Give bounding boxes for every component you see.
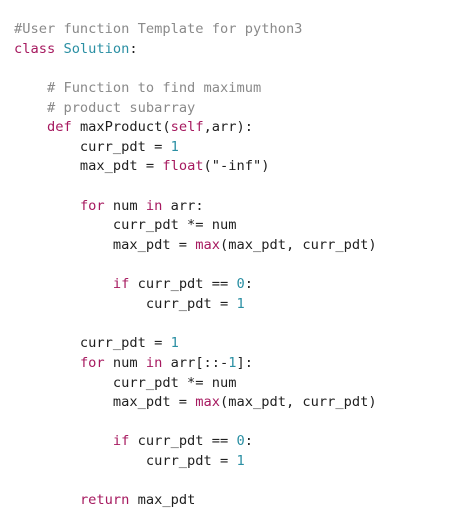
code-token-plain: max_pdt = bbox=[14, 237, 196, 254]
code-token-number: 0 bbox=[236, 433, 245, 450]
code-token-keyword: if bbox=[112, 276, 130, 293]
code-token-plain: (max_pdt, curr_pdt) bbox=[220, 394, 377, 411]
code-token-plain: max_pdt bbox=[129, 492, 196, 509]
code-token-plain: ( bbox=[203, 158, 212, 175]
code-line-empty[interactable] bbox=[14, 413, 473, 433]
code-line-empty[interactable] bbox=[14, 472, 473, 492]
code-line[interactable]: class Solution: bbox=[14, 40, 473, 60]
code-token-number: 1 bbox=[236, 453, 245, 470]
code-token-plain: (max_pdt, curr_pdt) bbox=[220, 237, 377, 254]
code-token-number: 1 bbox=[236, 295, 245, 312]
code-token-plain: : bbox=[244, 276, 254, 293]
code-token-number: 0 bbox=[236, 276, 245, 293]
code-line[interactable]: curr_pdt *= num bbox=[14, 374, 473, 394]
code-token-keyword: def bbox=[46, 119, 72, 136]
code-line[interactable]: curr_pdt = 1 bbox=[14, 138, 473, 158]
code-line[interactable]: curr_pdt = 1 bbox=[14, 295, 473, 315]
code-token-plain: curr_pdt *= num bbox=[14, 217, 237, 234]
code-editor[interactable]: #User function Template for python3 class… bbox=[0, 0, 473, 526]
code-token-plain: ) bbox=[261, 158, 270, 175]
code-line[interactable]: for num in arr: bbox=[14, 197, 473, 217]
code-token-number: 1 bbox=[170, 335, 179, 352]
code-token-plain: maxProduct( bbox=[71, 119, 171, 136]
code-line-empty[interactable] bbox=[14, 177, 473, 197]
code-token-builtin: max bbox=[195, 394, 221, 411]
code-line[interactable]: # product subarray bbox=[14, 99, 473, 119]
code-line[interactable]: curr_pdt = 1 bbox=[14, 452, 473, 472]
code-token-plain: curr_pdt *= num bbox=[14, 374, 237, 391]
code-token-keyword: for bbox=[79, 197, 105, 214]
code-token-class: Solution bbox=[63, 40, 130, 57]
code-line[interactable]: max_pdt = max(max_pdt, curr_pdt) bbox=[14, 236, 473, 256]
code-token-plain: curr_pdt = bbox=[14, 335, 171, 352]
code-line[interactable]: #User function Template for python3 bbox=[14, 20, 473, 40]
code-token-plain: ]: bbox=[236, 354, 254, 371]
code-token-keyword: in bbox=[145, 354, 163, 371]
code-line[interactable]: # Function to find maximum bbox=[14, 79, 473, 99]
code-token-keyword: for bbox=[79, 354, 105, 371]
code-token-comment: # product subarray bbox=[46, 99, 196, 116]
code-line[interactable]: max_pdt = float("-inf") bbox=[14, 157, 473, 177]
code-line[interactable]: if curr_pdt == 0: bbox=[14, 275, 473, 295]
code-line[interactable]: return max_pdt bbox=[14, 491, 473, 511]
code-token-plain: max_pdt = bbox=[14, 158, 163, 175]
code-token-plain: curr_pdt = bbox=[14, 453, 237, 470]
code-line[interactable]: max_pdt = max(max_pdt, curr_pdt) bbox=[14, 393, 473, 413]
code-token-keyword: in bbox=[145, 197, 163, 214]
code-token-plain: : bbox=[244, 433, 254, 450]
code-token-plain: curr_pdt == bbox=[129, 276, 237, 293]
code-token-builtin: max bbox=[195, 237, 221, 254]
code-token-plain: arr[::- bbox=[162, 354, 229, 371]
code-token-string: "-inf" bbox=[211, 158, 262, 175]
code-line[interactable]: curr_pdt *= num bbox=[14, 216, 473, 236]
code-token-keyword: return bbox=[79, 492, 130, 509]
code-line[interactable]: if curr_pdt == 0: bbox=[14, 432, 473, 452]
code-token-plain: num bbox=[104, 354, 146, 371]
code-line-empty[interactable] bbox=[14, 59, 473, 79]
code-token-plain: max_pdt = bbox=[14, 394, 196, 411]
code-line-empty[interactable] bbox=[14, 256, 473, 276]
code-token-plain: ,arr): bbox=[203, 119, 254, 136]
code-token-plain: num bbox=[104, 197, 146, 214]
code-token-plain: curr_pdt = bbox=[14, 138, 171, 155]
code-line[interactable]: def maxProduct(self,arr): bbox=[14, 118, 473, 138]
code-line[interactable]: for num in arr[::-1]: bbox=[14, 354, 473, 374]
code-token-number: 1 bbox=[228, 354, 237, 371]
code-line[interactable]: curr_pdt = 1 bbox=[14, 334, 473, 354]
code-token-keyword: if bbox=[112, 433, 130, 450]
code-token-comment: # Function to find maximum bbox=[46, 79, 262, 96]
code-token-plain: arr: bbox=[162, 197, 204, 214]
code-token-builtin: float bbox=[162, 158, 204, 175]
code-token-plain: curr_pdt == bbox=[129, 433, 237, 450]
code-token-plain: : bbox=[129, 40, 138, 57]
code-token-number: 1 bbox=[170, 138, 179, 155]
code-token-comment: #User function Template for python3 bbox=[14, 21, 303, 37]
code-token-builtin: self bbox=[170, 119, 204, 136]
code-token-plain: curr_pdt = bbox=[14, 295, 237, 312]
code-token-keyword: class bbox=[14, 40, 56, 57]
code-line-empty[interactable] bbox=[14, 315, 473, 335]
